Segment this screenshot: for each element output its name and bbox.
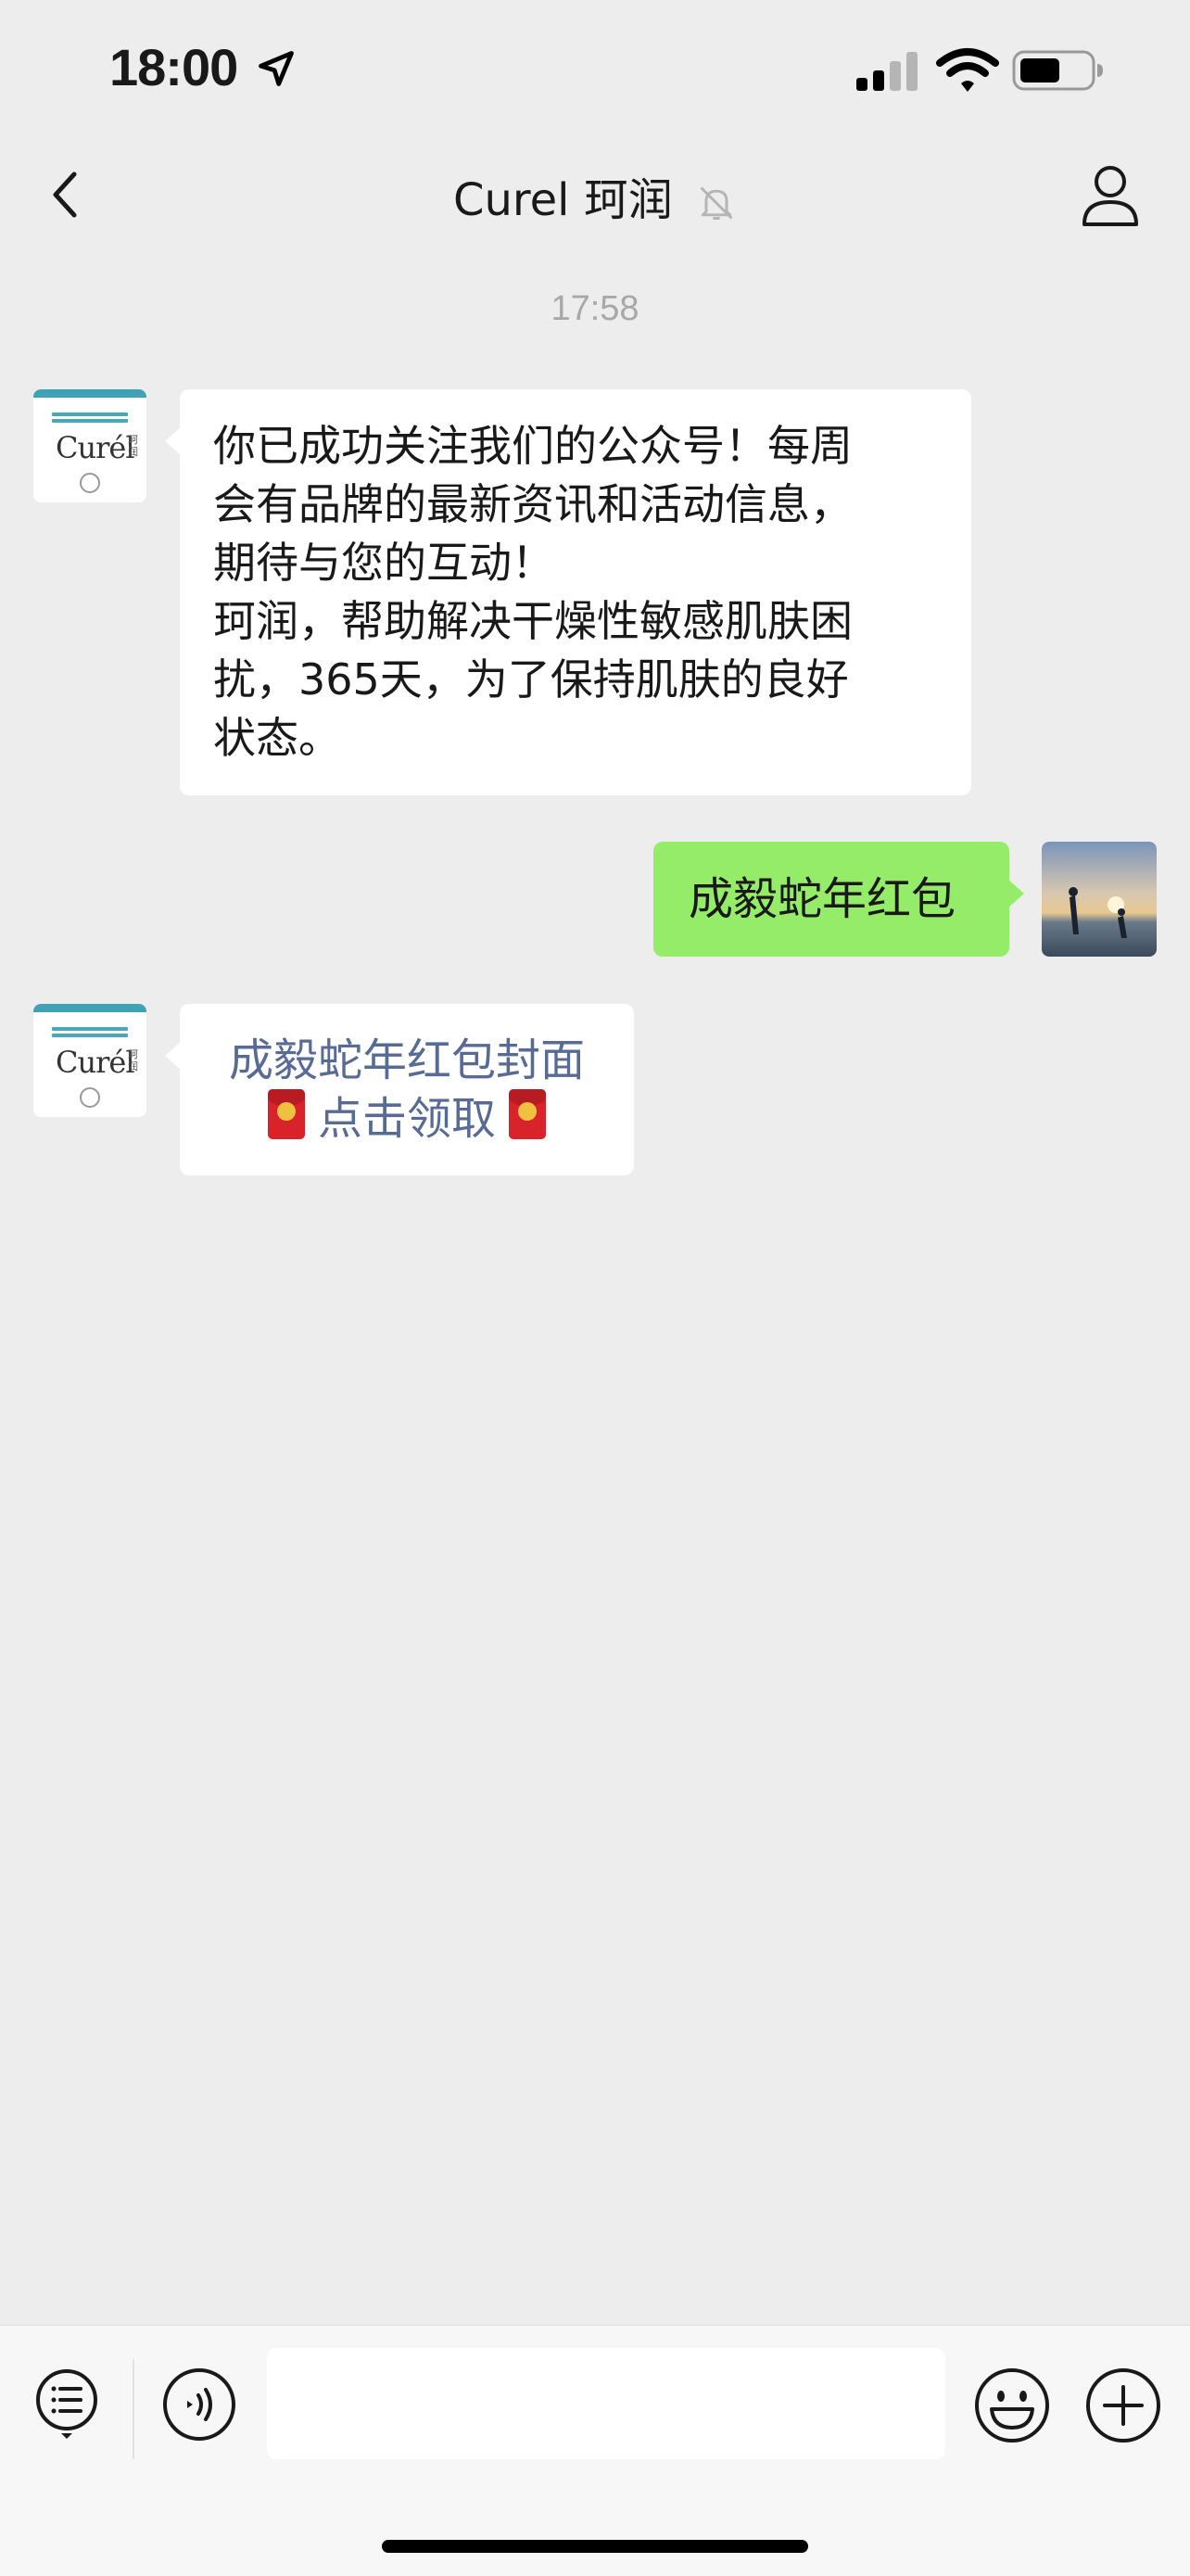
- avatar-accent-bar: [33, 1004, 146, 1012]
- claim-link[interactable]: 点击领取: [318, 1093, 496, 1145]
- chat-title-container: Curel 珂润: [0, 163, 1190, 228]
- message-bubble-user[interactable]: 成毅蛇年红包: [653, 842, 1024, 957]
- status-bar: 18:00: [0, 0, 1190, 139]
- profile-button[interactable]: [1077, 159, 1144, 230]
- emoji-button[interactable]: [973, 2367, 1051, 2444]
- message-line: 扰，365天，为了保持肌肤的良好: [213, 654, 849, 704]
- brand-logo-cn: 珂润: [128, 434, 138, 458]
- message-bubble-welcome[interactable]: 你已成功关注我们的公众号！每周 会有品牌的最新资讯和活动信息， 期待与您的互动！…: [165, 389, 971, 795]
- message-line: 会有品牌的最新资讯和活动信息，: [213, 479, 853, 529]
- message-line: 期待与您的互动！: [213, 538, 554, 588]
- crest-icon: [80, 1087, 100, 1108]
- red-packet-icon: [509, 1089, 546, 1139]
- user-avatar[interactable]: [1042, 842, 1157, 957]
- user-message-text: 成毅蛇年红包: [689, 873, 956, 925]
- red-packet-icon: [267, 1089, 305, 1139]
- status-time: 18:00: [109, 38, 238, 96]
- home-indicator[interactable]: [382, 2540, 808, 2553]
- chat-title: Curel 珂润: [452, 174, 673, 226]
- message-input[interactable]: [267, 2348, 945, 2459]
- crest-icon: [80, 473, 100, 493]
- brand-logo-cn: 珂润: [128, 1048, 138, 1072]
- location-arrow-icon: [259, 51, 294, 86]
- claim-link-row[interactable]: 点击领取: [204, 1089, 610, 1148]
- red-packet-cover-link[interactable]: 成毅蛇年红包封面: [204, 1032, 610, 1089]
- input-divider: [133, 2359, 134, 2459]
- voice-input-button[interactable]: [161, 2367, 237, 2443]
- cellular-signal-icon: [856, 52, 918, 91]
- avatar-tagline: [43, 1024, 137, 1037]
- message-line: 状态。: [213, 713, 341, 763]
- message-timestamp: 17:58: [551, 289, 639, 328]
- mute-bell-icon: [700, 186, 733, 220]
- avatar-tagline: [43, 410, 137, 423]
- message-line: 你已成功关注我们的公众号！每周: [213, 421, 853, 471]
- battery-icon: [1012, 50, 1103, 91]
- wifi-icon: [936, 48, 999, 92]
- nav-bar: Curel 珂润: [0, 139, 1190, 250]
- more-options-button[interactable]: [1084, 2367, 1162, 2444]
- message-line: 珂润，帮助解决干燥性敏感肌肤困: [213, 596, 853, 646]
- brand-avatar[interactable]: Curél 珂润: [33, 389, 146, 502]
- menu-toggle-button[interactable]: [33, 2367, 100, 2441]
- brand-logo-text: Curél: [56, 1045, 135, 1080]
- message-bubble-link[interactable]: 成毅蛇年红包封面 点击领取: [165, 1004, 634, 1175]
- avatar-accent-bar: [33, 389, 146, 398]
- brand-avatar[interactable]: Curél 珂润: [33, 1004, 146, 1117]
- brand-logo-text: Curél: [56, 430, 135, 465]
- input-bar: [0, 2325, 1190, 2576]
